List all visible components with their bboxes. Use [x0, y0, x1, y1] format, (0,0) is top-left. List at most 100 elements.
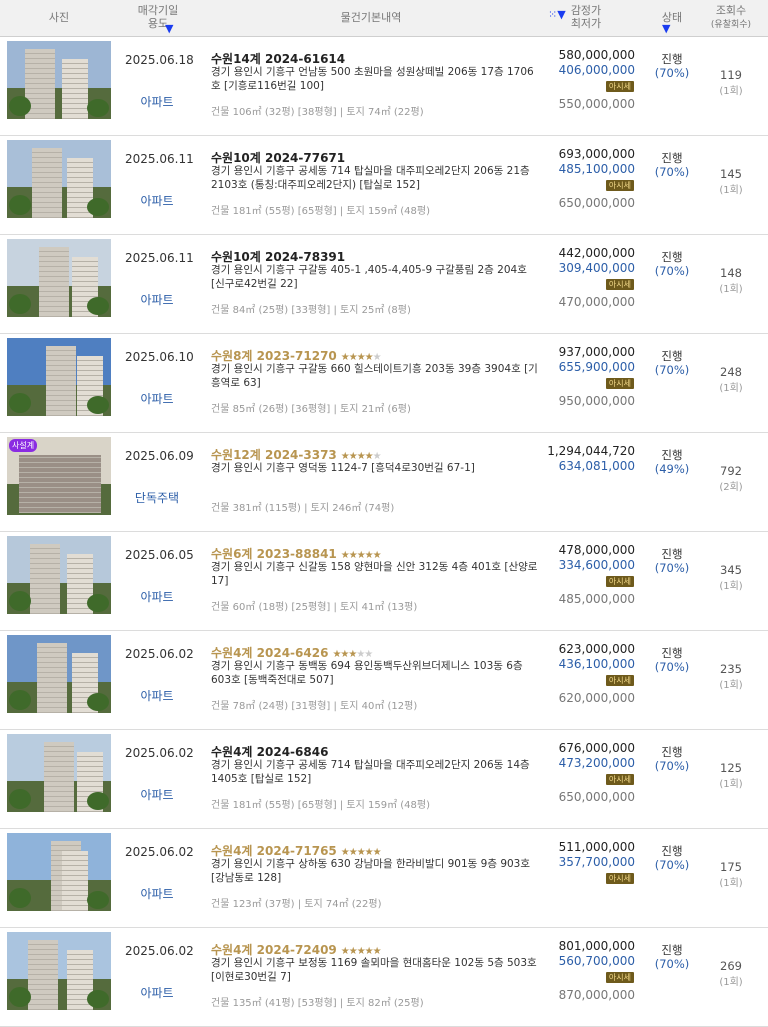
sale-date: 2025.06.11 — [125, 251, 194, 265]
property-type-link[interactable]: 아파트 — [116, 192, 198, 209]
case-number[interactable]: 수원6계 2023-88841 — [211, 547, 337, 561]
property-photo[interactable] — [7, 536, 111, 614]
view-count: 345 — [720, 563, 742, 577]
appraised-price: 442,000,000 — [558, 246, 635, 260]
header-date[interactable]: 매각기일 — [138, 4, 178, 17]
table-row[interactable]: 2025.06.11 아파트 수원10계 2024-78391 경기 용인시 기… — [0, 235, 768, 334]
table-row[interactable]: 2025.06.02 아파트 수원4계 2024-71765 ★★★★★ 경기 용… — [0, 829, 768, 928]
header-date-use[interactable]: 매각기일 용도 — [118, 4, 198, 30]
property-type-link[interactable]: 아파트 — [116, 390, 198, 407]
property-type-link[interactable]: 단독주택 — [116, 489, 198, 506]
property-type-link[interactable]: 아파트 — [116, 93, 198, 110]
table-row[interactable]: 2025.06.05 아파트 수원6계 2023-88841 ★★★★★ 경기 용… — [0, 532, 768, 631]
table-header: 사진 매각기일 용도 물건기본내역 감정가 최저가 상태 조회수 (유찰회수) … — [0, 0, 768, 37]
property-address: 경기 용인시 기흥구 구갈동 405-1 ,405-4,405-9 구갈풍림 2… — [211, 264, 527, 290]
property-photo[interactable] — [7, 338, 111, 416]
view-count: 148 — [720, 266, 742, 280]
status-label: 진행 — [661, 448, 683, 462]
property-area: 건물 181㎡ (55평) [65평형] | 토지 159㎡ (48평) — [211, 800, 430, 811]
private-badge: 사설계 — [9, 439, 38, 452]
case-number[interactable]: 수원4계 2024-71765 — [211, 844, 337, 858]
case-number[interactable]: 수원4계 2024-6846 — [211, 745, 328, 759]
property-type-link[interactable]: 아파트 — [116, 984, 198, 1001]
property-photo[interactable] — [7, 833, 111, 911]
property-type-link[interactable]: 아파트 — [116, 885, 198, 902]
fail-count: (1회) — [719, 284, 743, 295]
table-row[interactable]: 2025.06.02 아파트 수원4계 2024-72409 ★★★★★ 경기 용… — [0, 928, 768, 1027]
market-price: 650,000,000 — [558, 196, 635, 210]
case-number[interactable]: 수원8계 2023-71270 — [211, 349, 337, 363]
property-photo[interactable] — [7, 41, 111, 119]
case-number[interactable]: 수원10계 2024-78391 — [211, 250, 345, 264]
table-row[interactable]: 2025.06.11 아파트 수원10계 2024-77671 경기 용인시 기… — [0, 136, 768, 235]
property-photo[interactable] — [7, 635, 111, 713]
header-info: 물건기본내역 — [340, 11, 402, 24]
market-price-button[interactable]: 아시세 — [605, 279, 634, 290]
minimum-price: 655,900,000 — [558, 360, 635, 374]
market-price-button[interactable]: 아시세 — [605, 675, 634, 686]
market-price: 550,000,000 — [558, 97, 635, 111]
minimum-price: 485,100,000 — [558, 162, 635, 176]
view-count: 269 — [720, 959, 742, 973]
market-price-button[interactable]: 아시세 — [605, 576, 634, 587]
header-minimum[interactable]: 최저가 — [571, 17, 601, 30]
property-type-link[interactable]: 아파트 — [116, 786, 198, 803]
header-views-label[interactable]: 조회수 — [716, 4, 746, 17]
status-rate: (49%) — [654, 462, 690, 476]
minimum-price: 334,600,000 — [558, 558, 635, 572]
market-price-button[interactable]: 아시세 — [605, 180, 634, 191]
market-price-button[interactable]: 아시세 — [605, 873, 634, 884]
header-fails-label: (유찰회수) — [710, 20, 752, 30]
table-row[interactable]: 2025.06.18 아파트 수원14계 2024-61614 경기 용인시 기… — [0, 37, 768, 136]
market-price: 485,000,000 — [558, 592, 635, 606]
property-area: 건물 85㎡ (26평) [36평형] | 토지 21㎡ (6평) — [211, 404, 411, 415]
property-photo[interactable] — [7, 239, 111, 317]
status-rate: (70%) — [654, 264, 690, 278]
property-area: 건물 84㎡ (25평) [33평형] | 토지 25㎡ (8평) — [211, 305, 411, 316]
header-views[interactable]: 조회수 (유찰회수) — [700, 4, 762, 32]
property-photo[interactable] — [7, 734, 111, 812]
property-type-link[interactable]: 아파트 — [116, 588, 198, 605]
market-price-button[interactable]: 아시세 — [605, 774, 634, 785]
view-count: 248 — [720, 365, 742, 379]
market-price-button[interactable]: 아시세 — [605, 81, 634, 92]
minimum-price: 406,000,000 — [558, 63, 635, 77]
table-row[interactable]: 2025.06.02 아파트 수원4계 2024-6846 경기 용인시 기흥구… — [0, 730, 768, 829]
market-price-button[interactable]: 아시세 — [605, 972, 634, 983]
market-price: 620,000,000 — [558, 691, 635, 705]
market-price: 870,000,000 — [558, 988, 635, 1002]
property-address: 경기 용인시 기흥구 언남동 500 초원마을 성원상떼빌 206동 17층 1… — [211, 66, 534, 92]
sale-date: 2025.06.02 — [125, 944, 194, 958]
property-type-link[interactable]: 아파트 — [116, 291, 198, 308]
status-rate: (70%) — [654, 561, 690, 575]
case-number[interactable]: 수원10계 2024-77671 — [211, 151, 345, 165]
auction-list: 2025.06.18 아파트 수원14계 2024-61614 경기 용인시 기… — [0, 37, 768, 1027]
case-number[interactable]: 수원4계 2024-6426 — [211, 646, 328, 660]
sort-arrow-icon: ⁙▼ — [548, 8, 566, 21]
case-number[interactable]: 수원14계 2024-61614 — [211, 52, 345, 66]
status-label: 진행 — [661, 250, 683, 264]
header-status[interactable]: 상태 — [646, 11, 698, 24]
market-price-button[interactable]: 아시세 — [605, 378, 634, 389]
view-count: 792 — [720, 464, 742, 478]
case-number[interactable]: 수원12계 2024-3373 — [211, 448, 337, 462]
sale-date: 2025.06.02 — [125, 647, 194, 661]
appraised-price: 801,000,000 — [558, 939, 635, 953]
property-type-link[interactable]: 아파트 — [116, 687, 198, 704]
table-row[interactable]: 2025.06.10 아파트 수원8계 2023-71270 ★★★★★ 경기 용… — [0, 334, 768, 433]
status-rate: (70%) — [654, 858, 690, 872]
table-row[interactable]: 사설계 2025.06.09 단독주택 수원12계 2024-3373 ★★★★★… — [0, 433, 768, 532]
header-appraised[interactable]: 감정가 — [571, 4, 601, 17]
case-number[interactable]: 수원4계 2024-72409 — [211, 943, 337, 957]
property-photo[interactable] — [7, 140, 111, 218]
property-photo[interactable] — [7, 932, 111, 1010]
property-photo[interactable]: 사설계 — [7, 437, 111, 515]
market-price: 950,000,000 — [558, 394, 635, 408]
minimum-price: 560,700,000 — [558, 954, 635, 968]
property-address: 경기 용인시 기흥구 동백동 694 용인동백두산위브더제니스 103동 6층 … — [211, 660, 523, 686]
status-rate: (70%) — [654, 66, 690, 80]
minimum-price: 634,081,000 — [558, 459, 635, 473]
status-rate: (70%) — [654, 165, 690, 179]
table-row[interactable]: 2025.06.02 아파트 수원4계 2024-6426 ★★★★★ 경기 용인… — [0, 631, 768, 730]
fail-count: (1회) — [719, 86, 743, 97]
